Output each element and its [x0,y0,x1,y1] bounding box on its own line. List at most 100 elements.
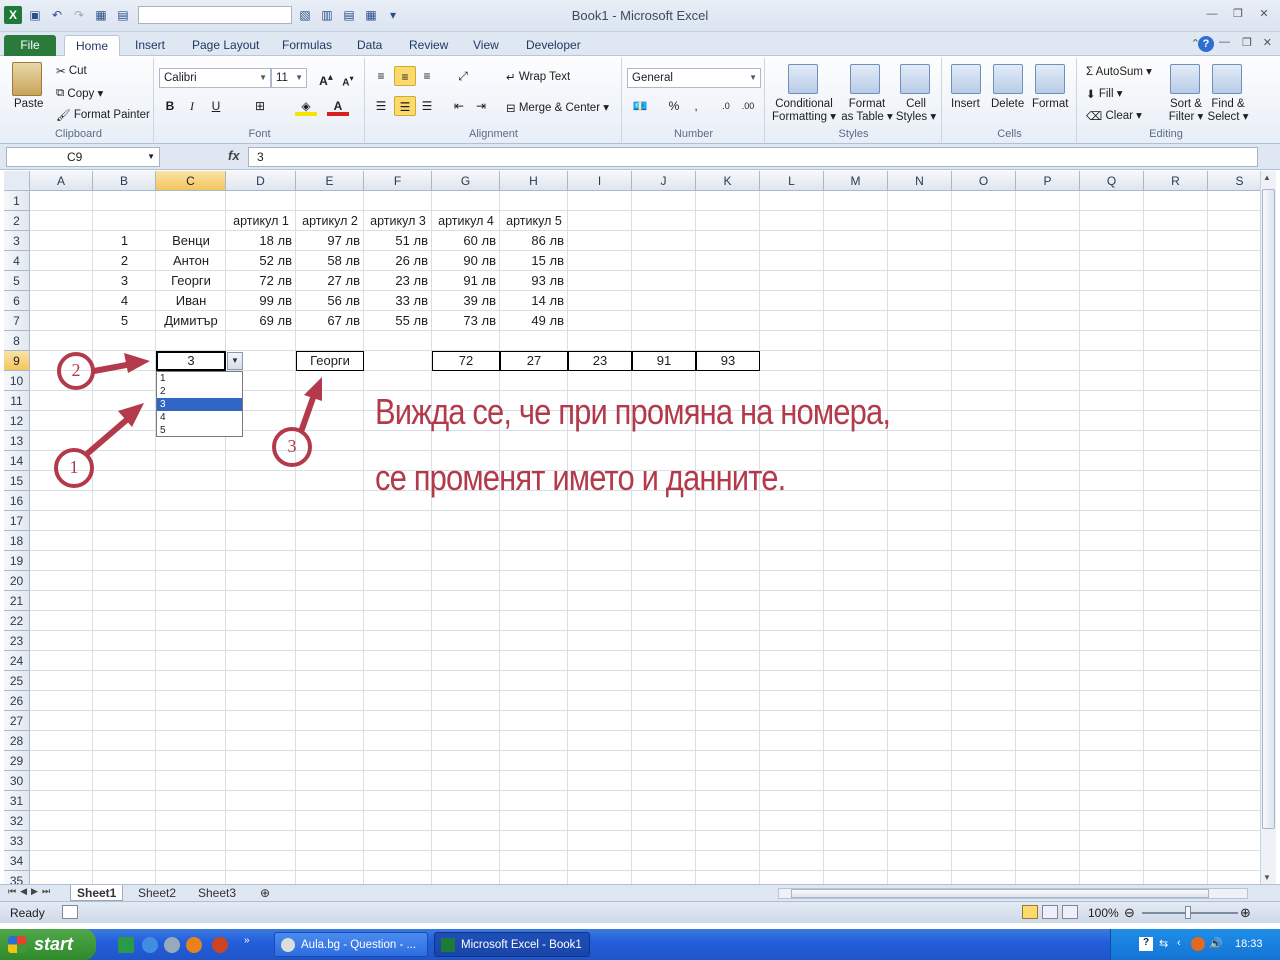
zoom-level[interactable]: 100% [1088,906,1119,920]
paste-button[interactable]: Paste [14,98,43,110]
find-select-icon[interactable] [1212,64,1242,94]
row-header-27[interactable]: 27 [4,711,30,731]
tray-app-icon[interactable] [1191,937,1205,951]
row-header-15[interactable]: 15 [4,471,30,491]
decrease-decimal-icon[interactable]: .00 [737,96,759,116]
column-header-k[interactable]: K [696,171,760,191]
value-cell[interactable]: 69 лв [226,311,296,331]
row-header-24[interactable]: 24 [4,651,30,671]
paste-icon[interactable] [12,62,42,96]
column-header-s[interactable]: S [1208,171,1260,191]
horizontal-scrollbar[interactable] [778,888,1248,899]
decrease-indent-icon[interactable]: ⇤ [448,96,470,116]
cell-styles-button[interactable]: Cell Styles ▾ [894,98,938,124]
value-cell[interactable]: 27 лв [296,271,364,291]
value-cell[interactable]: 33 лв [364,291,432,311]
value-cell[interactable]: 72 лв [226,271,296,291]
normal-view-icon[interactable] [1022,905,1038,919]
lookup-value-cell[interactable]: 93 [696,351,760,371]
column-header-b[interactable]: B [93,171,156,191]
name-cell[interactable]: Антон [156,251,226,271]
font-size-combo[interactable]: 11 ▼ [271,68,307,88]
quicklaunch-app-icon[interactable] [118,937,134,953]
row-header-25[interactable]: 25 [4,671,30,691]
tab-home[interactable]: Home [64,35,121,56]
delete-cells-icon[interactable] [993,64,1023,94]
name-cell[interactable]: Георги [156,271,226,291]
row-header-6[interactable]: 6 [4,291,30,311]
cell-styles-icon[interactable] [900,64,930,94]
underline-button[interactable]: U [205,96,227,116]
formula-input[interactable]: 3 [248,147,1258,167]
minimize-icon[interactable]: — [1204,6,1220,22]
row-header-21[interactable]: 21 [4,591,30,611]
row-header-20[interactable]: 20 [4,571,30,591]
copy-button[interactable]: ⧉ Copy ▾ [56,86,103,100]
tab-view[interactable]: View [462,35,510,56]
find-select-button[interactable]: Find & Select ▾ [1206,98,1250,124]
network-icon[interactable]: ⇆ [1159,937,1173,951]
workbook-minimize-icon[interactable]: — [1219,36,1230,48]
value-cell[interactable]: 97 лв [296,231,364,251]
tab-file[interactable]: File [4,35,56,56]
column-header-l[interactable]: L [760,171,824,191]
row-header-13[interactable]: 13 [4,431,30,451]
selected-number-cell[interactable]: 3 [156,351,226,371]
column-header-g[interactable]: G [432,171,500,191]
row-number-cell[interactable]: 1 [93,231,156,251]
tab-formulas[interactable]: Formulas [271,35,343,56]
page-break-view-icon[interactable] [1062,905,1078,919]
row-header-30[interactable]: 30 [4,771,30,791]
tab-insert[interactable]: Insert [124,35,176,56]
name-cell[interactable]: Димитър [156,311,226,331]
row-header-8[interactable]: 8 [4,331,30,351]
quicklaunch-ie-icon[interactable] [142,937,158,953]
row-header-29[interactable]: 29 [4,751,30,771]
macro-record-icon[interactable] [62,905,78,919]
row-header-5[interactable]: 5 [4,271,30,291]
tab-review[interactable]: Review [398,35,459,56]
fx-icon[interactable]: fx [228,148,240,163]
value-cell[interactable]: 90 лв [432,251,500,271]
validation-dropdown-list[interactable]: 12345 [156,371,243,437]
dropdown-option[interactable]: 5 [157,424,242,437]
row-header-9[interactable]: 9 [4,351,30,371]
conditional-formatting-button[interactable]: Conditional Formatting ▾ [772,98,836,124]
restore-icon[interactable]: ❐ [1230,6,1246,22]
value-cell[interactable]: 73 лв [432,311,500,331]
quicklaunch-opera-icon[interactable] [212,937,228,953]
dropdown-option[interactable]: 3 [157,398,242,411]
table-header-cell[interactable]: артикул 4 [432,211,500,231]
name-cell[interactable]: Венци [156,231,226,251]
align-middle-icon[interactable]: ≡ [394,66,416,86]
wrap-text-button[interactable]: ↵ Wrap Text [506,70,570,84]
row-header-32[interactable]: 32 [4,811,30,831]
comma-button[interactable]: , [685,96,707,116]
row-header-35[interactable]: 35 [4,871,30,884]
dropdown-option[interactable]: 4 [157,411,242,424]
lookup-value-cell[interactable]: 23 [568,351,632,371]
value-cell[interactable]: 56 лв [296,291,364,311]
row-number-cell[interactable]: 2 [93,251,156,271]
column-header-m[interactable]: M [824,171,888,191]
start-button[interactable]: start [0,929,96,960]
column-header-o[interactable]: O [952,171,1016,191]
insert-sheet-icon[interactable]: ⊕ [254,885,276,901]
table-header-cell[interactable]: артикул 2 [296,211,364,231]
value-cell[interactable]: 39 лв [432,291,500,311]
row-header-31[interactable]: 31 [4,791,30,811]
row-header-10[interactable]: 10 [4,371,30,391]
tab-page-layout[interactable]: Page Layout [181,35,270,56]
number-format-combo[interactable]: General ▼ [627,68,761,88]
row-header-19[interactable]: 19 [4,551,30,571]
column-header-q[interactable]: Q [1080,171,1144,191]
italic-button[interactable]: I [181,96,203,116]
format-as-table-icon[interactable] [850,64,880,94]
autosum-button[interactable]: Σ AutoSum ▾ [1086,64,1152,78]
align-top-icon[interactable]: ≡ [370,66,392,86]
table-header-cell[interactable]: артикул 1 [226,211,296,231]
zoom-slider-thumb[interactable] [1185,906,1191,919]
value-cell[interactable]: 18 лв [226,231,296,251]
column-header-h[interactable]: H [500,171,568,191]
column-header-e[interactable]: E [296,171,364,191]
